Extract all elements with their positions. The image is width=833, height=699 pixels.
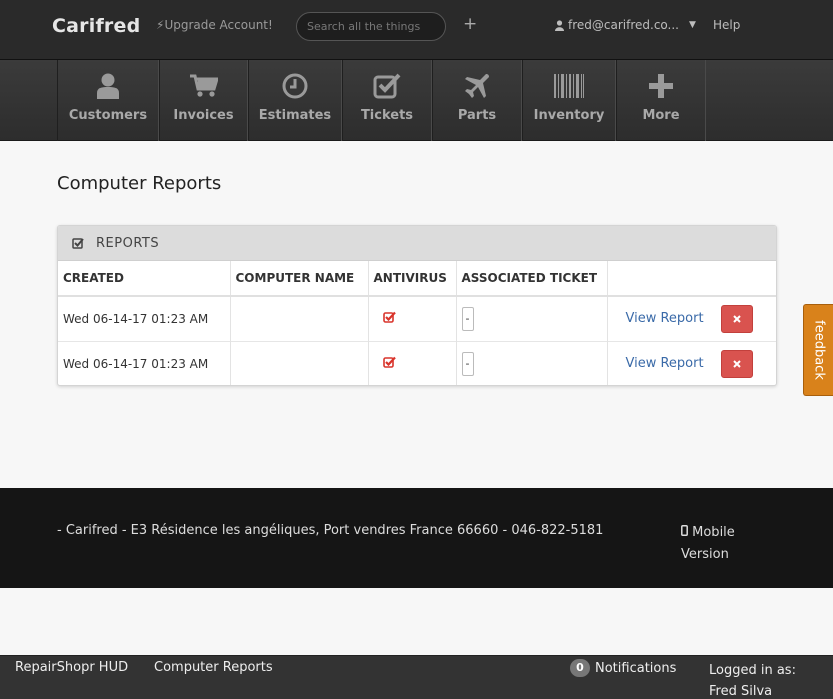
mobile-version-link[interactable]: Mobile Version [681,522,751,566]
ticket-cell: - [456,340,608,385]
table-row: Wed 06-14-17 01:23 AM - View Report [58,340,776,385]
view-report-link[interactable]: View Report [626,311,704,326]
created-cell: Wed 06-14-17 01:23 AM [58,340,231,385]
actions-cell: View Report [607,340,776,385]
antivirus-check-icon [382,312,396,324]
view-report-link[interactable]: View Report [626,356,704,371]
nav-label: Inventory [533,108,605,123]
computer-name-cell [230,340,369,385]
check-square-small-icon [72,238,84,249]
close-icon [733,360,742,368]
antivirus-cell [368,340,457,385]
nav-label: Estimates [258,108,332,123]
reports-panel: REPORTS CREATED COMPUTER NAME ANTIVIRUS … [57,225,777,386]
hud-page[interactable]: Computer Reports [154,660,273,675]
feedback-tab[interactable]: feedback [803,304,833,396]
user-icon [97,72,119,100]
barcode-icon [554,72,584,100]
cart-icon [189,72,218,100]
notifications[interactable]: 0 Notifications [570,659,676,677]
delete-report-button[interactable] [721,304,754,333]
ticket-link[interactable]: - [461,306,474,331]
delete-report-button[interactable] [721,349,754,378]
created-cell: Wed 06-14-17 01:23 AM [58,295,231,341]
col-computer-name: COMPUTER NAME [230,261,369,297]
nav-label: More [642,108,680,123]
hud-bar: RepairShopr HUD Computer Reports 0 Notif… [0,655,833,699]
ticket-link[interactable]: - [461,351,474,376]
main-nav: Customers Invoices Estimates Tickets Par… [0,60,833,141]
help-link[interactable]: Help [713,18,740,32]
search-input[interactable] [296,12,446,41]
panel-title: REPORTS [96,235,160,251]
col-created: CREATED [58,261,231,297]
mobile-version-label: Mobile Version [681,525,735,562]
nav-inventory[interactable]: Inventory [522,60,616,141]
reports-table: CREATED COMPUTER NAME ANTIVIRUS ASSOCIAT… [58,261,776,385]
nav-label: Parts [457,108,497,123]
nav-tickets[interactable]: Tickets [342,60,432,141]
feedback-label: feedback [811,320,826,380]
upgrade-label: Upgrade Account! [164,18,273,32]
computer-name-cell [230,295,369,341]
nav-estimates[interactable]: Estimates [248,60,342,141]
page-title: Computer Reports [57,173,222,194]
col-actions [607,261,776,297]
col-antivirus: ANTIVIRUS [368,261,457,297]
user-email: fred@carifred.co... [568,18,679,32]
chevron-down-icon: ▼ [689,20,696,30]
close-icon [733,315,742,323]
brand-logo[interactable]: Carifred [52,15,140,37]
nav-label: Tickets [360,108,414,123]
user-small-icon [555,19,564,31]
top-bar: Carifred ⚡︎Upgrade Account! + fred@carif… [0,0,833,60]
notifications-label: Notifications [595,660,677,676]
plus-icon [649,72,673,100]
notification-count-badge: 0 [570,659,590,677]
plane-icon [464,72,490,100]
col-associated-ticket: ASSOCIATED TICKET [456,261,608,297]
table-row: Wed 06-14-17 01:23 AM - View Report [58,295,776,341]
check-square-icon [373,72,401,100]
nav-label: Invoices [173,108,234,123]
nav-parts[interactable]: Parts [432,60,522,141]
clock-icon [282,72,308,100]
table-header-row: CREATED COMPUTER NAME ANTIVIRUS ASSOCIAT… [58,261,776,297]
hud-title[interactable]: RepairShopr HUD [15,660,128,675]
quick-add-plus-icon[interactable]: + [463,14,477,34]
nav-invoices[interactable]: Invoices [159,60,248,141]
footer-address: - Carifred - E3 Résidence les angéliques… [57,523,604,538]
ticket-cell: - [456,295,608,341]
footer: - Carifred - E3 Résidence les angéliques… [0,488,833,588]
nav-more[interactable]: More [616,60,706,141]
antivirus-cell [368,295,457,341]
user-menu[interactable]: fred@carifred.co... ▼ [555,18,696,32]
mobile-phone-icon [681,525,688,536]
logged-in-as: Logged in as: Fred Silva [709,663,796,699]
antivirus-check-icon [382,357,396,369]
nav-label: Customers [68,108,148,123]
nav-customers[interactable]: Customers [57,60,159,141]
actions-cell: View Report [607,295,776,341]
upgrade-account-link[interactable]: ⚡︎Upgrade Account! [156,18,273,32]
panel-header: REPORTS [58,226,776,261]
